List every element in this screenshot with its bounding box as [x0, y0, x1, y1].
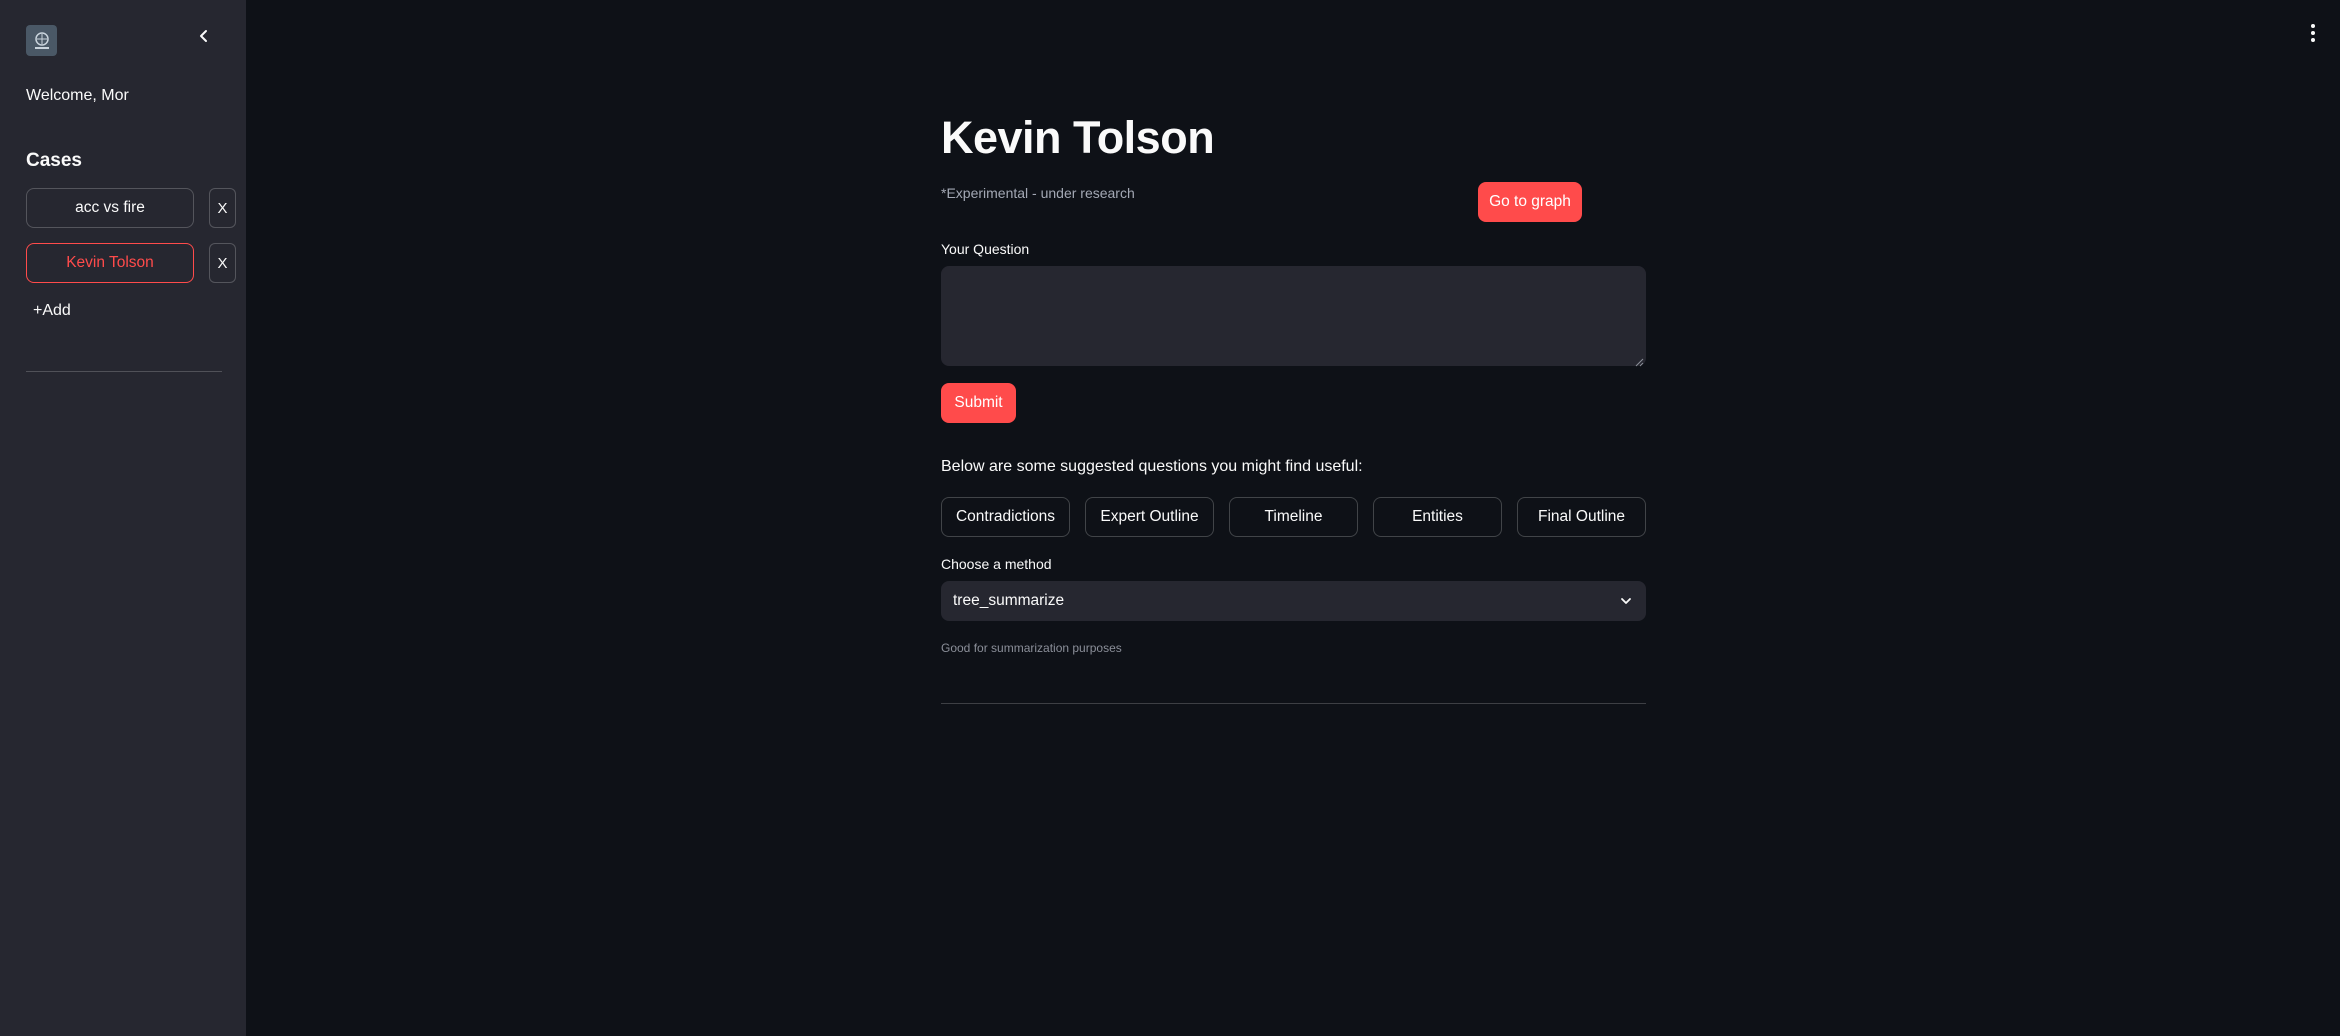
sidebar: Welcome, Mor Cases acc vs fire X Kevin T…: [0, 0, 246, 1036]
welcome-text: Welcome, Mor: [26, 87, 129, 104]
method-select-value: tree_summarize: [953, 592, 1065, 609]
suggestion-timeline-button[interactable]: Timeline: [1229, 497, 1358, 537]
chevron-left-icon[interactable]: [193, 24, 215, 48]
remove-case-button[interactable]: X: [209, 188, 236, 228]
add-case-button[interactable]: +Add: [33, 302, 71, 320]
chevron-down-icon: [1618, 593, 1634, 609]
question-label: Your Question: [941, 241, 1030, 257]
suggestion-expert-outline-button[interactable]: Expert Outline: [1085, 497, 1214, 537]
main-divider: [941, 703, 1646, 704]
case-button-kevin-tolson[interactable]: Kevin Tolson: [26, 243, 194, 283]
method-select[interactable]: tree_summarize: [941, 581, 1646, 621]
resize-handle-icon[interactable]: [1634, 354, 1644, 367]
suggestion-entities-button[interactable]: Entities: [1373, 497, 1502, 537]
method-help-text: Good for summarization purposes: [941, 641, 1122, 655]
app-root: Welcome, Mor Cases acc vs fire X Kevin T…: [0, 0, 2340, 1036]
cases-heading: Cases: [26, 150, 82, 171]
page-title: Kevin Tolson: [941, 112, 1215, 163]
suggestion-contradictions-button[interactable]: Contradictions: [941, 497, 1070, 537]
go-to-graph-button[interactable]: Go to graph: [1478, 182, 1582, 222]
suggestion-final-outline-button[interactable]: Final Outline: [1517, 497, 1646, 537]
suggestions-heading: Below are some suggested questions you m…: [941, 458, 1363, 475]
case-button-acc-vs-fire[interactable]: acc vs fire: [26, 188, 194, 228]
method-label: Choose a method: [941, 556, 1052, 572]
app-logo-icon: [26, 25, 57, 56]
submit-button[interactable]: Submit: [941, 383, 1016, 423]
sidebar-divider: [26, 371, 222, 372]
more-vertical-icon[interactable]: [2306, 22, 2320, 44]
question-input[interactable]: [941, 266, 1646, 366]
experimental-note: *Experimental - under research: [941, 185, 1135, 201]
remove-case-button[interactable]: X: [209, 243, 236, 283]
suggestion-buttons: Contradictions Expert Outline Timeline E…: [941, 497, 1646, 537]
